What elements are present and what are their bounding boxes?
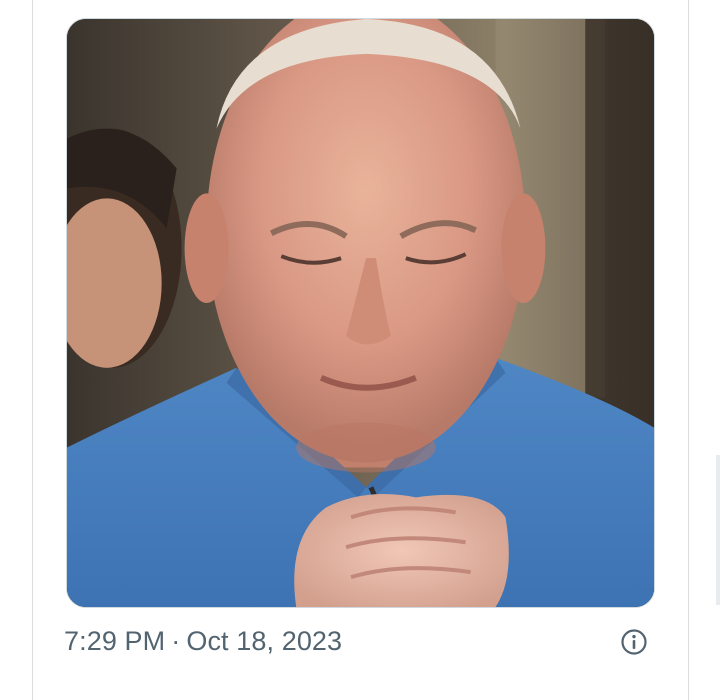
- info-circle-icon[interactable]: [620, 628, 648, 656]
- timestamp-date[interactable]: Oct 18, 2023: [186, 626, 342, 657]
- adjacent-card-edge: [716, 455, 720, 605]
- timestamp-time[interactable]: 7:29 PM: [64, 626, 165, 657]
- tweet-timestamp[interactable]: 7:29 PM · Oct 18, 2023: [64, 624, 342, 658]
- tweet-photo[interactable]: [66, 18, 655, 608]
- timestamp-separator: ·: [171, 625, 181, 656]
- photo-illustration: [67, 19, 654, 607]
